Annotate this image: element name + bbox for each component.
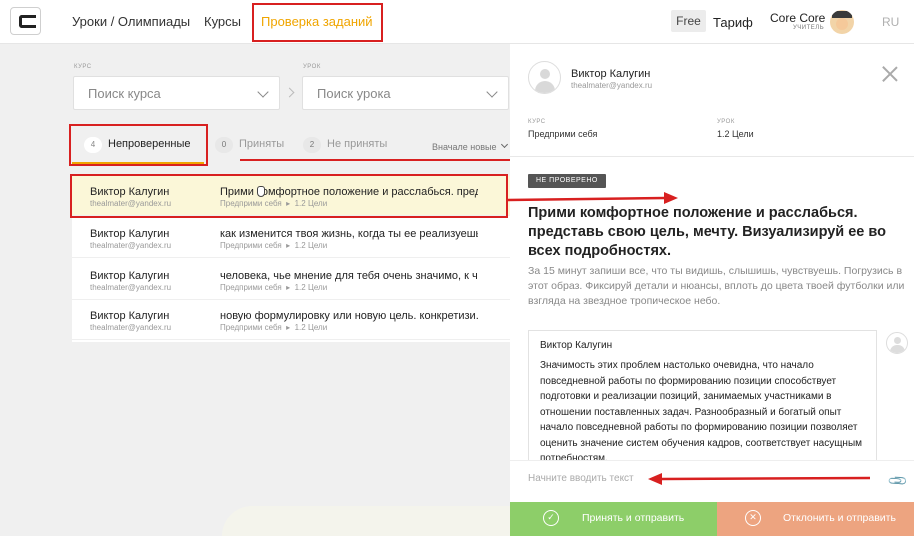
comment-bar: 📎 xyxy=(510,460,914,500)
task-title: Прими комфортное положение и расслабься.… xyxy=(528,205,886,259)
annotation-box-tab xyxy=(69,124,208,166)
chevron-right-icon xyxy=(284,87,295,98)
annotation-box-row xyxy=(70,174,508,218)
tab-rejected[interactable]: 2 Не приняты xyxy=(303,137,387,157)
accept-label: Принять и отправить xyxy=(582,512,685,524)
task-breadcrumb: Предприми себя ▸ 1.2 Цели xyxy=(220,323,328,332)
task-breadcrumb: Предприми себя ▸ 1.2 Цели xyxy=(220,283,328,292)
task-course: Предприми себя xyxy=(220,323,282,332)
task-course: Предприми себя xyxy=(220,283,282,292)
submission-row[interactable]: Виктор Калугин thealmater@yandex.ru нову… xyxy=(72,300,510,340)
answer-text: Значимость этих проблем настолько очевид… xyxy=(540,360,863,464)
tab-label: Приняты xyxy=(239,138,285,150)
task-course: Предприми себя xyxy=(220,241,282,250)
detail-course-label: КУРС xyxy=(528,119,546,125)
tariff-link[interactable]: Тариф xyxy=(713,15,753,30)
course-filter-label: КУРС xyxy=(74,64,92,70)
user-avatar[interactable] xyxy=(830,10,854,34)
user-role: УЧИТЕЛЬ xyxy=(793,25,825,31)
answer-author: Виктор Калугин xyxy=(540,340,613,351)
lesson-search-placeholder: Поиск урока xyxy=(317,86,391,101)
student-email: thealmater@yandex.ru xyxy=(90,283,172,292)
student-name: Виктор Калугин xyxy=(90,270,170,282)
check-icon: ✓ xyxy=(543,510,559,526)
comment-input[interactable] xyxy=(528,473,848,484)
paperclip-icon[interactable]: 📎 xyxy=(887,470,910,493)
submission-detail-panel: Виктор Калугин thealmater@yandex.ru КУРС… xyxy=(510,44,914,536)
nav-lessons[interactable]: Уроки / Олимпиады xyxy=(72,14,190,29)
answer-avatar xyxy=(886,332,908,354)
task-lesson: 1.2 Цели xyxy=(294,323,328,332)
course-search-placeholder: Поиск курса xyxy=(88,86,161,101)
user-name[interactable]: Core Core xyxy=(770,11,825,25)
accept-and-send-button[interactable]: ✓ Принять и отправить xyxy=(510,502,717,536)
divider xyxy=(510,156,914,157)
close-icon[interactable] xyxy=(882,66,898,82)
mouse-cursor-icon xyxy=(257,186,265,197)
lesson-filter-label: УРОК xyxy=(303,64,321,70)
top-bar: Уроки / Олимпиады Курсы Проверка заданий… xyxy=(0,0,914,44)
student-answer: Виктор Калугин Значимость этих проблем н… xyxy=(528,330,877,464)
student-email: thealmater@yandex.ru xyxy=(90,323,172,332)
task-text: новую формулировку или новую цель. конкр… xyxy=(220,310,478,322)
student-name: Виктор Калугин xyxy=(90,310,170,322)
task-description: За 15 минут запиши все, что ты видишь, с… xyxy=(528,265,905,307)
detail-student-email: thealmater@yandex.ru xyxy=(571,81,653,90)
cross-icon: ✕ xyxy=(745,510,761,526)
nav-courses[interactable]: Курсы xyxy=(204,14,241,29)
reject-and-send-button[interactable]: ✕ Отклонить и отправить xyxy=(717,502,914,536)
logo-icon xyxy=(19,15,36,28)
tab-label: Не приняты xyxy=(327,138,388,150)
submission-row[interactable]: Виктор Калугин thealmater@yandex.ru чело… xyxy=(72,260,510,300)
sort-select[interactable]: Вначале новые xyxy=(432,142,496,152)
tab-accepted[interactable]: 0 Приняты xyxy=(215,137,284,157)
annotation-line-tabs xyxy=(240,159,510,161)
detail-lesson-value: 1.2 Цели xyxy=(717,129,754,139)
annotation-box-nav xyxy=(252,3,383,42)
submission-row[interactable]: Виктор Калугин thealmater@yandex.ru как … xyxy=(72,218,510,258)
free-badge: Free xyxy=(671,10,706,32)
graduation-cap-icon xyxy=(832,11,852,18)
task-lesson: 1.2 Цели xyxy=(294,241,328,250)
chevron-down-icon xyxy=(486,86,498,98)
status-badge: НЕ ПРОВЕРЕНО xyxy=(528,174,606,188)
logo[interactable] xyxy=(10,7,41,35)
task-breadcrumb: Предприми себя ▸ 1.2 Цели xyxy=(220,241,328,250)
task-text: человека, чье мнение для тебя очень знач… xyxy=(220,270,478,282)
detail-student-name: Виктор Калугин xyxy=(571,68,651,80)
background-decoration xyxy=(222,506,510,536)
language-switch[interactable]: RU xyxy=(882,15,899,29)
chevron-down-icon xyxy=(257,86,269,98)
tab-count: 2 xyxy=(303,137,321,153)
reject-label: Отклонить и отправить xyxy=(783,512,896,524)
student-email: thealmater@yandex.ru xyxy=(90,241,172,250)
course-search-select[interactable]: Поиск курса xyxy=(73,76,280,110)
lesson-search-select[interactable]: Поиск урока xyxy=(302,76,509,110)
chevron-down-icon xyxy=(500,140,509,149)
student-avatar xyxy=(528,61,561,94)
detail-course-value: Предприми себя xyxy=(528,129,598,139)
detail-lesson-label: УРОК xyxy=(717,119,735,125)
task-text: как изменится твоя жизнь, когда ты ее ре… xyxy=(220,228,478,240)
tab-count: 0 xyxy=(215,137,233,153)
task-lesson: 1.2 Цели xyxy=(294,283,328,292)
student-name: Виктор Калугин xyxy=(90,228,170,240)
